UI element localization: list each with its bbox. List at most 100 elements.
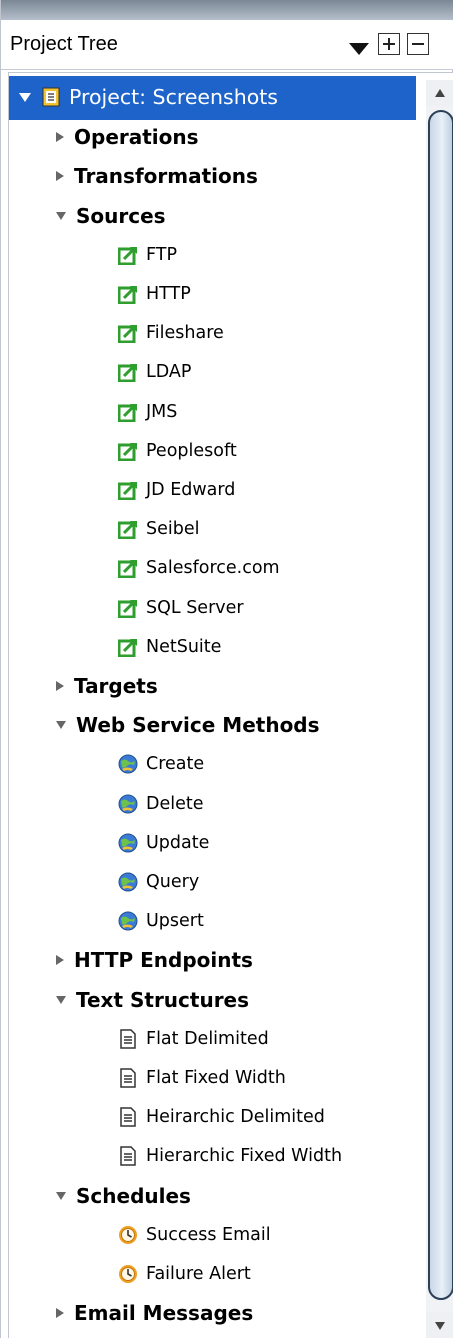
source-edit-icon — [117, 598, 138, 619]
tree-item[interactable]: LDAP — [117, 353, 192, 391]
tree-item-label: Flat Fixed Width — [146, 1068, 286, 1088]
tree-item-label: Delete — [146, 793, 204, 814]
down-arrow-icon — [435, 1322, 445, 1330]
source-edit-icon — [117, 558, 138, 579]
tree-item[interactable]: Delete — [118, 785, 204, 823]
tree-item-label: Query — [146, 872, 200, 892]
scroll-up-button[interactable] — [426, 80, 453, 106]
source-edit-icon — [117, 284, 138, 305]
expanded-arrow-icon[interactable] — [56, 721, 66, 730]
tree-group-http-endpoints[interactable]: HTTP Endpoints — [56, 941, 253, 979]
project-icon — [41, 87, 61, 107]
source-edit-icon — [117, 245, 138, 266]
expanded-arrow-icon[interactable] — [56, 995, 66, 1004]
tree-item[interactable]: Success Email — [118, 1216, 271, 1254]
document-icon — [118, 1146, 138, 1167]
tree-group-label: Schedules — [76, 1183, 191, 1208]
tree-group-sources[interactable]: Sources — [56, 197, 166, 235]
expand-all-icon[interactable] — [378, 33, 400, 55]
tree-item[interactable]: Failure Alert — [118, 1255, 251, 1293]
globe-icon — [118, 872, 138, 892]
tree-item-label: Success Email — [146, 1224, 271, 1245]
collapsed-arrow-icon[interactable] — [56, 681, 64, 691]
tree-item[interactable]: Create — [118, 745, 204, 783]
tree-item-label: HTTP — [146, 284, 191, 304]
scroll-down-button[interactable] — [426, 1312, 453, 1338]
project-tree-panel: Project Tree Project: Screenshots Operati… — [0, 0, 453, 1338]
tree-item-label: NetSuite — [146, 636, 222, 657]
expanded-arrow-icon[interactable] — [56, 211, 66, 220]
tree-item-label: SQL Server — [146, 597, 244, 618]
tree-group-operations[interactable]: Operations — [56, 118, 199, 156]
tree-item[interactable]: Hierarchic Fixed Width — [118, 1137, 342, 1175]
globe-icon — [118, 911, 138, 931]
tree-group-label: Web Service Methods — [76, 713, 320, 738]
vertical-scrollbar[interactable] — [426, 80, 453, 1338]
tree-item-label: Upsert — [146, 911, 204, 932]
collapsed-arrow-icon[interactable] — [56, 171, 64, 182]
source-edit-icon — [117, 519, 138, 540]
document-icon — [118, 1107, 138, 1127]
tree-item-label: FTP — [146, 244, 178, 265]
tree-item[interactable]: Update — [118, 824, 209, 862]
scroll-thumb[interactable] — [428, 110, 453, 1300]
dropdown-arrow-icon[interactable] — [349, 40, 369, 59]
tree-item[interactable]: Seibel — [117, 510, 199, 548]
expanded-arrow-icon[interactable] — [56, 1191, 66, 1200]
tree-group-text-structures[interactable]: Text Structures — [56, 981, 249, 1019]
expand-toggle-icon[interactable] — [19, 92, 31, 102]
tree-item[interactable]: Flat Fixed Width — [118, 1059, 286, 1097]
tree-group-label: Targets — [74, 674, 158, 698]
tree-group-label: Sources — [76, 203, 166, 228]
tree-group-label: Email Messages — [74, 1301, 254, 1326]
tree-item[interactable]: JD Edward — [117, 471, 235, 509]
tree-item-label: Create — [146, 754, 205, 775]
tree-item[interactable]: Peoplesoft — [117, 432, 237, 470]
tree-item[interactable]: HTTP — [117, 275, 191, 313]
tree-item-label: Heirarchic Delimited — [146, 1107, 325, 1128]
collapsed-arrow-icon[interactable] — [56, 1308, 64, 1319]
tree-item-label: Hierarchic Fixed Width — [146, 1146, 343, 1167]
tree-group-schedules[interactable]: Schedules — [56, 1177, 191, 1215]
tree-item[interactable]: Upsert — [118, 902, 204, 940]
clock-icon — [118, 1264, 138, 1284]
up-arrow-icon — [435, 89, 445, 97]
tree-root-node[interactable]: Project: Screenshots — [19, 78, 278, 116]
tree-item[interactable]: Flat Delimited — [118, 1020, 269, 1058]
tree-item-label: Peoplesoft — [146, 440, 237, 461]
collapsed-arrow-icon[interactable] — [56, 132, 64, 143]
tree-group-targets[interactable]: Targets — [56, 667, 158, 705]
source-edit-icon — [117, 362, 138, 383]
tree-item-label: Failure Alert — [146, 1264, 251, 1284]
tree-item[interactable]: Fileshare — [117, 314, 224, 352]
tree-item-label: JMS — [146, 401, 178, 422]
tree-item[interactable]: FTP — [117, 236, 178, 274]
clock-icon — [118, 1225, 138, 1245]
tree-group-web-service-methods[interactable]: Web Service Methods — [56, 706, 320, 744]
source-edit-icon — [117, 323, 138, 344]
tree-group-transformations[interactable]: Transformations — [56, 157, 258, 195]
tree-item[interactable]: Query — [118, 863, 199, 901]
source-edit-icon — [117, 637, 138, 658]
tree-item-label: Update — [146, 832, 210, 853]
tree-group-label: Text Structures — [76, 987, 250, 1012]
tree-group-label: Operations — [74, 125, 199, 150]
tree-item[interactable]: JMS — [117, 393, 178, 431]
globe-icon — [118, 754, 138, 774]
tree-item-label: LDAP — [146, 362, 192, 383]
tree-item[interactable]: NetSuite — [117, 628, 222, 666]
tree-item[interactable]: SQL Server — [117, 589, 244, 627]
source-edit-icon — [117, 480, 138, 501]
tree-item-label: Fileshare — [146, 323, 224, 344]
source-edit-icon — [117, 402, 138, 423]
tree-item[interactable]: Salesforce.com — [117, 549, 280, 587]
tree-group-email-messages[interactable]: Email Messages — [56, 1294, 253, 1332]
collapse-all-icon[interactable] — [407, 33, 429, 55]
tree-root-label: Project: Screenshots — [69, 85, 278, 109]
source-edit-icon — [117, 441, 138, 462]
collapsed-arrow-icon[interactable] — [56, 955, 64, 966]
panel-header: Project Tree — [1, 20, 453, 70]
document-icon — [118, 1068, 138, 1088]
tree-item[interactable]: Heirarchic Delimited — [118, 1098, 325, 1136]
globe-icon — [118, 833, 138, 853]
